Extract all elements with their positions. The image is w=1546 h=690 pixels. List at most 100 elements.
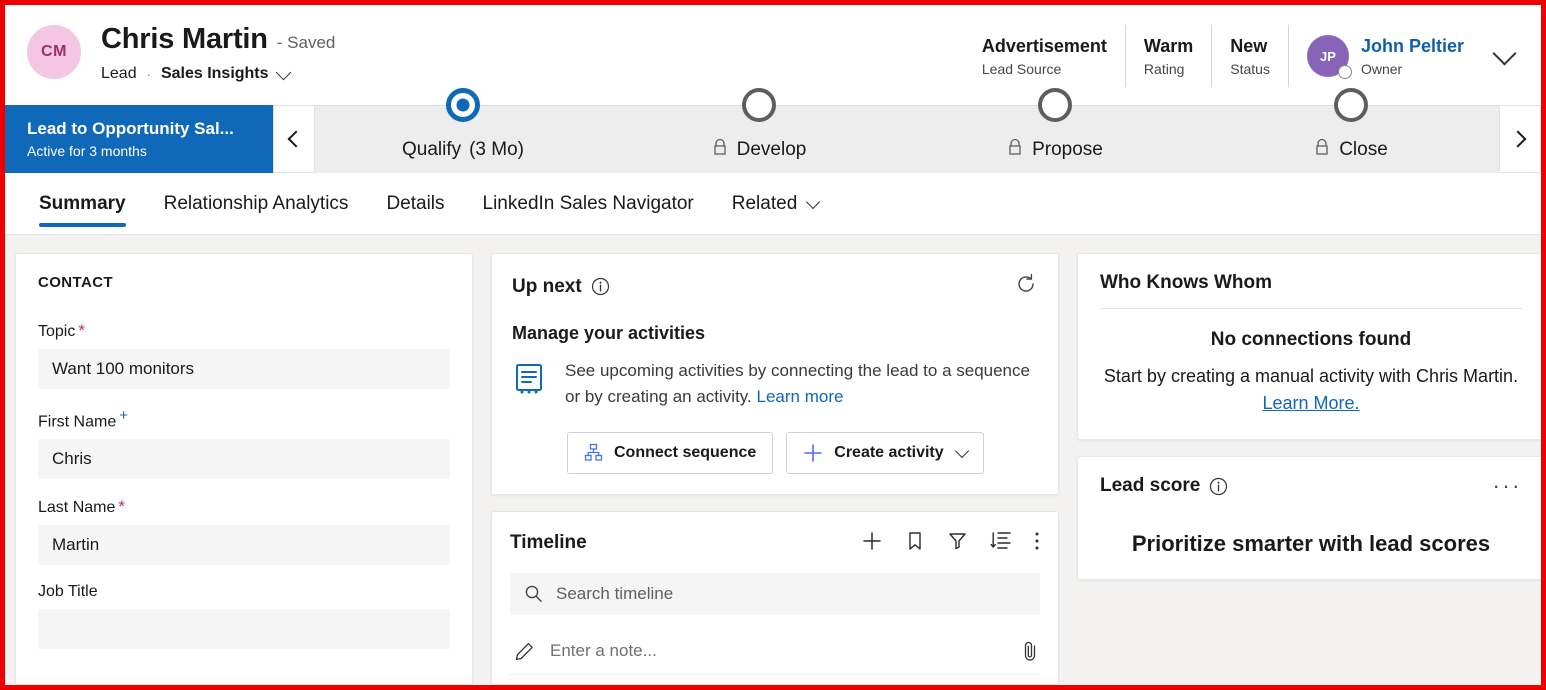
create-activity-button[interactable]: Create activity [786,432,983,474]
field-first-name: First Name+ Chris [38,407,450,479]
tab-label: Relationship Analytics [164,193,349,215]
save-status: - Saved [277,33,336,53]
form-tab-bar: Summary Relationship Analytics Details L… [5,173,1541,235]
timeline-note-input[interactable]: Enter a note... [510,629,1040,675]
process-duration: Active for 3 months [27,143,273,159]
header-stat-owner[interactable]: JP John Peltier Owner [1289,25,1470,87]
field-topic: Topic* Want 100 monitors [38,321,450,389]
tab-label: Related [732,193,798,215]
up-next-subtitle: Manage your activities [512,323,1038,344]
owner-name[interactable]: John Peltier [1361,35,1464,58]
owner-avatar: JP [1307,35,1349,77]
tab-details[interactable]: Details [386,177,444,231]
required-marker-icon: * [118,497,125,516]
rating-value: Warm [1144,35,1193,58]
info-icon[interactable] [591,277,610,296]
stage-duration: (3 Mo) [469,139,524,161]
who-knows-whom-card: Who Knows Whom No connections found Star… [1077,253,1541,440]
lead-score-card: Lead score ··· Prioritize smarter with l… [1077,456,1541,580]
card-title-text: Up next [512,276,582,298]
stage-label: Close [1339,139,1388,161]
tab-summary[interactable]: Summary [39,177,126,231]
bookmark-icon[interactable] [905,530,925,557]
divider [1100,308,1522,309]
attachment-icon[interactable] [1020,640,1040,662]
lock-icon [712,138,728,162]
chevron-down-icon [955,444,969,458]
status-value: New [1230,35,1270,58]
empty-state-body: Start by creating a manual activity with… [1100,363,1522,417]
stage-close[interactable]: Close [1203,106,1499,173]
lock-icon [1007,138,1023,162]
job-title-input[interactable] [38,609,450,649]
business-process-flow: Lead to Opportunity Sal... Active for 3 … [5,105,1541,173]
field-value: Chris [52,449,92,469]
more-vertical-icon[interactable] [1034,530,1040,557]
stage-node-active-icon [446,88,480,122]
activity-list-icon [512,361,548,410]
card-title-text: Lead score [1100,475,1200,497]
learn-more-link[interactable]: Learn more [757,387,844,406]
up-next-description: See upcoming activities by connecting th… [565,358,1038,410]
info-icon[interactable] [1209,477,1228,496]
header-stat-lead-source[interactable]: Advertisement Lead Source [964,25,1126,87]
search-icon [524,584,543,603]
connect-sequence-button[interactable]: Connect sequence [567,432,773,474]
header-stat-status[interactable]: New Status [1212,25,1289,87]
filter-icon[interactable] [947,530,968,556]
timeline-title: Timeline [510,532,587,554]
field-label: Topic* [38,321,450,341]
timeline-card: Timeline [491,511,1059,685]
tab-relationship-analytics[interactable]: Relationship Analytics [164,177,349,231]
topic-input[interactable]: Want 100 monitors [38,349,450,389]
app-name-label: Sales Insights [161,65,269,83]
lead-source-label: Lead Source [982,61,1107,77]
more-horizontal-icon[interactable]: ··· [1493,478,1522,493]
recommended-marker-icon: + [119,407,128,424]
section-heading: CONTACT [38,274,450,291]
owner-role-label: Owner [1361,61,1464,77]
button-label: Connect sequence [614,444,756,462]
stage-node-icon [742,88,776,122]
first-name-input[interactable]: Chris [38,439,450,479]
plus-icon [803,443,823,463]
stage-propose[interactable]: Propose [907,106,1203,173]
header-expand-chevron-down-icon[interactable] [1492,41,1516,65]
header-stat-rating[interactable]: Warm Rating [1126,25,1212,87]
entity-type-label: Lead [101,65,137,83]
lead-score-message: Prioritize smarter with lead scores [1100,531,1522,557]
last-name-input[interactable]: Martin [38,525,450,565]
stage-node-icon [1038,88,1072,122]
plus-icon[interactable] [861,530,883,557]
required-marker-icon: * [78,321,85,340]
stage-develop[interactable]: Develop [611,106,907,173]
field-value: Want 100 monitors [52,359,194,379]
page-title: Chris Martin [101,23,268,56]
chevron-left-icon [288,131,305,148]
rating-label: Rating [1144,61,1193,77]
refresh-icon[interactable] [1014,272,1038,301]
presence-indicator-icon [1338,65,1352,79]
tab-related[interactable]: Related [732,177,819,231]
lead-avatar-initials: CM [41,43,67,61]
lead-source-value: Advertisement [982,35,1107,58]
field-label: Last Name* [38,497,450,517]
chevron-down-icon[interactable] [275,64,291,80]
lead-avatar: CM [27,25,81,79]
process-stage-list: Qualify (3 Mo) Develop [315,105,1499,173]
stage-label: Develop [737,139,807,161]
lead-score-title-row: Lead score [1100,475,1228,497]
process-previous-button[interactable] [273,105,315,173]
empty-state-text: Start by creating a manual activity with… [1104,366,1518,386]
note-placeholder: Enter a note... [550,641,657,661]
learn-more-link[interactable]: Learn More. [1262,393,1359,413]
sort-icon[interactable] [990,530,1012,556]
tab-linkedin-sales-navigator[interactable]: LinkedIn Sales Navigator [483,177,694,231]
stage-qualify[interactable]: Qualify (3 Mo) [315,106,611,173]
empty-state-heading: No connections found [1100,329,1522,351]
sitemap-icon [584,443,603,462]
timeline-search-input[interactable]: Search timeline [510,573,1040,615]
process-next-button[interactable] [1499,105,1541,173]
process-name-block[interactable]: Lead to Opportunity Sal... Active for 3 … [5,105,273,173]
up-next-card: Up next Manage your activities [491,253,1059,495]
